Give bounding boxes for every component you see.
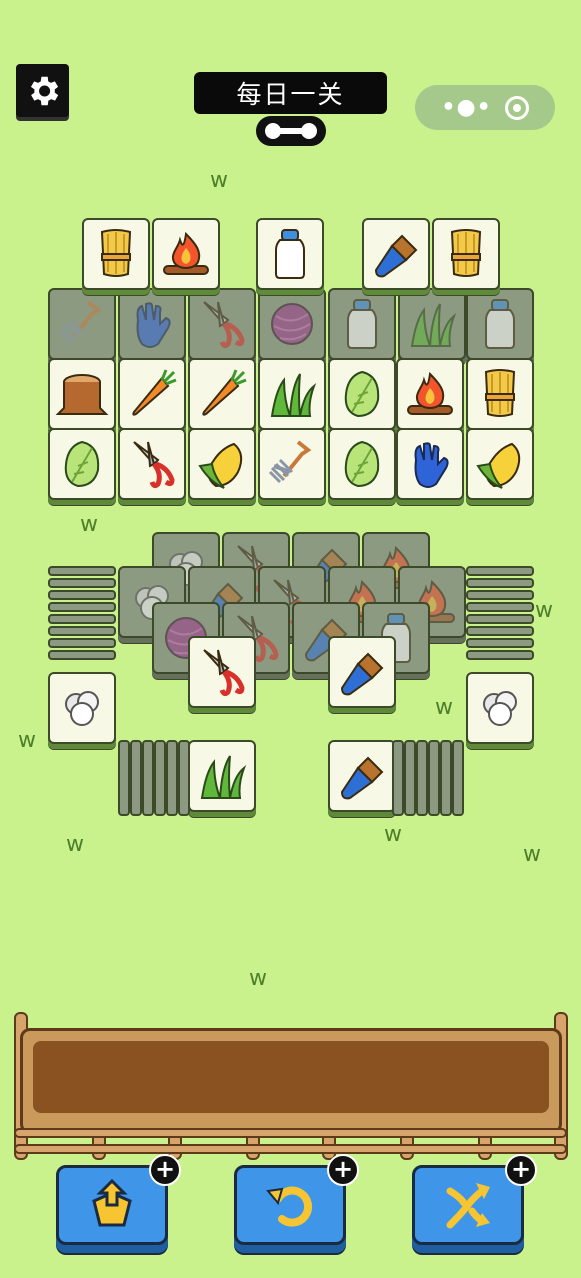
tile-carrot-icon[interactable] (188, 358, 256, 430)
tile-paint-brush-icon[interactable] (328, 740, 396, 812)
milk-bottle-icon (472, 296, 528, 352)
milk-bottle-icon (262, 226, 318, 282)
tile-wheat-bundle-icon[interactable] (466, 358, 534, 430)
wheat-bundle-icon (438, 226, 494, 282)
tile-milk-bottle-icon (328, 288, 396, 360)
tile-wheat-bundle-icon[interactable] (82, 218, 150, 290)
paint-brush-icon (334, 748, 390, 804)
paint-brush-icon (368, 226, 424, 282)
tile-garden-fork-icon[interactable] (258, 428, 326, 500)
blue-glove-icon (402, 436, 458, 492)
add-move-out-button[interactable]: + (149, 1154, 181, 1186)
tile-pruning-shears-icon (188, 288, 256, 360)
grass-decoration: ᴡ (210, 168, 228, 193)
more-dots-icon[interactable]: •●• (441, 95, 491, 120)
tile-blue-glove-icon (118, 288, 186, 360)
tile-blue-glove-icon[interactable] (396, 428, 464, 500)
grass-icon (194, 748, 250, 804)
garden-fork-icon (264, 436, 320, 492)
tile-carrot-icon[interactable] (118, 358, 186, 430)
undo-arrow-icon (266, 1186, 313, 1227)
tile-pruning-shears-icon[interactable] (118, 428, 186, 500)
mini-program-capsule[interactable]: •●• (415, 85, 555, 130)
grass-decoration: ᴡ (435, 695, 453, 720)
grass-decoration: ᴡ (384, 822, 402, 847)
wheat-bundle-icon (472, 366, 528, 422)
add-shuffle-button[interactable]: + (505, 1154, 537, 1186)
milk-bottle-icon (334, 296, 390, 352)
box-out-icon (92, 1178, 132, 1227)
grass-icon (404, 296, 460, 352)
pruning-shears-icon (124, 436, 180, 492)
garden-fork-icon (54, 296, 110, 352)
dumbbell-icon (265, 123, 317, 139)
settings-button[interactable] (16, 64, 69, 117)
tile-tray (20, 1028, 562, 1134)
gear-icon (30, 76, 58, 105)
cabbage-icon (334, 436, 390, 492)
tile-paint-brush-icon[interactable] (328, 636, 396, 708)
corn-icon (194, 436, 250, 492)
yarn-ball-icon (264, 296, 320, 352)
tree-stump-icon (54, 366, 110, 422)
shuffle-button[interactable]: + (412, 1154, 537, 1245)
tile-cotton-icon[interactable] (466, 672, 534, 744)
grass-decoration: ᴡ (535, 598, 553, 623)
undo-button[interactable]: + (234, 1154, 359, 1245)
tile-grass-icon (398, 288, 466, 360)
tray-slots (33, 1041, 549, 1113)
grass-decoration: ᴡ (18, 728, 36, 753)
tile-campfire-icon[interactable] (152, 218, 220, 290)
grass-icon (264, 366, 320, 422)
cotton-icon (472, 680, 528, 736)
tile-grass-icon[interactable] (188, 740, 256, 812)
fence-rail (14, 1144, 567, 1154)
cabbage-icon (54, 436, 110, 492)
carrot-icon (124, 366, 180, 422)
tile-wheat-bundle-icon[interactable] (432, 218, 500, 290)
corn-icon (472, 436, 528, 492)
fence-rail (14, 1128, 567, 1138)
blue-glove-icon (124, 296, 180, 352)
add-undo-button[interactable]: + (327, 1154, 359, 1186)
grass-decoration: ᴡ (66, 832, 84, 857)
tile-cabbage-icon[interactable] (328, 358, 396, 430)
tile-tree-stump-icon[interactable] (48, 358, 116, 430)
tile-grass-icon[interactable] (258, 358, 326, 430)
page-title: 每日一关 (194, 72, 387, 114)
tile-milk-bottle-icon (466, 288, 534, 360)
tile-pruning-shears-icon[interactable] (188, 636, 256, 708)
wheat-bundle-icon (88, 226, 144, 282)
campfire-icon (402, 366, 458, 422)
grass-decoration: ᴡ (249, 966, 267, 991)
tile-cabbage-icon[interactable] (328, 428, 396, 500)
pruning-shears-icon (194, 296, 250, 352)
tile-cotton-icon[interactable] (48, 672, 116, 744)
grass-decoration: ᴡ (523, 842, 541, 867)
campfire-icon (158, 226, 214, 282)
tile-yarn-ball-icon (258, 288, 326, 360)
pruning-shears-icon (194, 644, 250, 700)
cotton-icon (54, 680, 110, 736)
carrot-icon (194, 366, 250, 422)
tile-cabbage-icon[interactable] (48, 428, 116, 500)
cabbage-icon (334, 366, 390, 422)
shuffle-arrows-icon (446, 1183, 490, 1229)
tile-garden-fork-icon (48, 288, 116, 360)
tile-milk-bottle-icon[interactable] (256, 218, 324, 290)
tile-campfire-icon[interactable] (396, 358, 464, 430)
grass-decoration: ᴡ (80, 512, 98, 537)
close-target-icon[interactable] (504, 95, 529, 120)
move-out-button[interactable]: + (56, 1154, 181, 1245)
tile-corn-icon[interactable] (466, 428, 534, 500)
tile-corn-icon[interactable] (188, 428, 256, 500)
paint-brush-icon (334, 644, 390, 700)
progress-indicator (256, 116, 326, 146)
tile-paint-brush-icon[interactable] (362, 218, 430, 290)
